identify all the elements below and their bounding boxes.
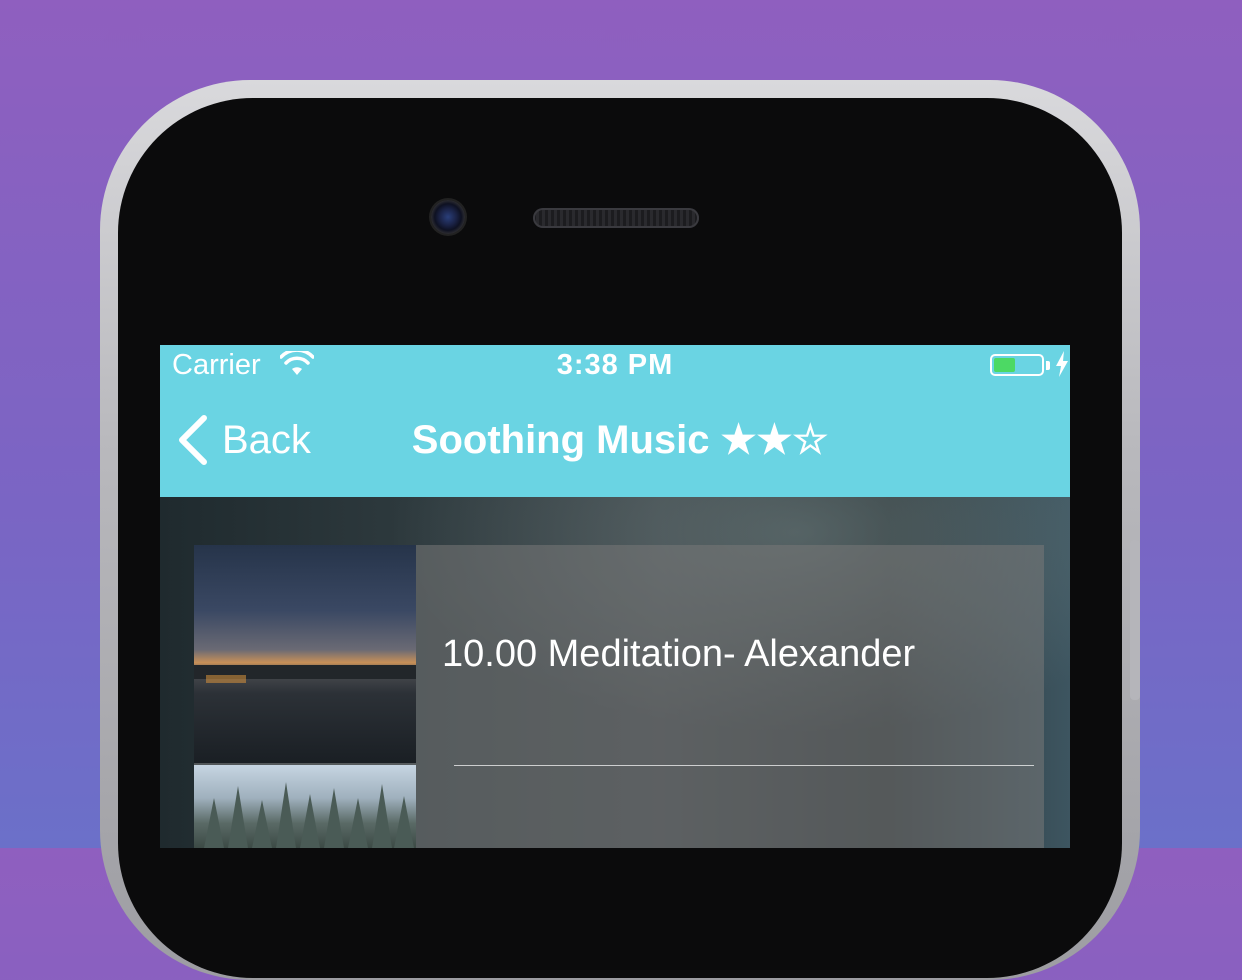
battery-nub (1046, 361, 1050, 370)
track-thumbnail-trees (194, 765, 416, 848)
tree-shape (204, 798, 224, 848)
row-divider (454, 765, 1034, 766)
navigation-bar: Back Soothing Music ★★☆ (160, 385, 1070, 497)
back-button[interactable]: Back (176, 415, 311, 465)
status-time: 3:38 PM (556, 349, 674, 381)
front-camera-icon (431, 200, 465, 234)
phone-screen: Carrier 3:38 PM Back Soothing Music ★★☆ (160, 345, 1070, 848)
battery-icon (990, 354, 1044, 376)
track-title: 10.00 Meditation- Alexander (442, 633, 916, 675)
tree-shape (394, 796, 414, 848)
status-bar: Carrier 3:38 PM (160, 345, 1070, 385)
chevron-left-icon (179, 415, 207, 465)
tree-shape (276, 782, 296, 848)
tree-shape (252, 800, 272, 848)
tree-shape (348, 798, 368, 848)
tree-shape (372, 784, 392, 848)
tree-shape (324, 788, 344, 848)
track-thumbnail-sunset (194, 545, 416, 763)
speaker-grille (533, 208, 699, 228)
bolt-icon (1056, 351, 1068, 377)
page-title: Soothing Music ★★☆ (411, 418, 829, 462)
tree-shape (300, 794, 320, 848)
back-label: Back (222, 417, 311, 462)
battery-level-fill (994, 358, 1015, 372)
track-list: 10.00 Meditation- Alexander (160, 497, 1070, 848)
harbor-lights (206, 675, 246, 683)
side-button (1130, 540, 1140, 700)
tree-shape (228, 786, 248, 848)
track-cell[interactable]: 10.00 Meditation- Alexander (194, 545, 1044, 848)
